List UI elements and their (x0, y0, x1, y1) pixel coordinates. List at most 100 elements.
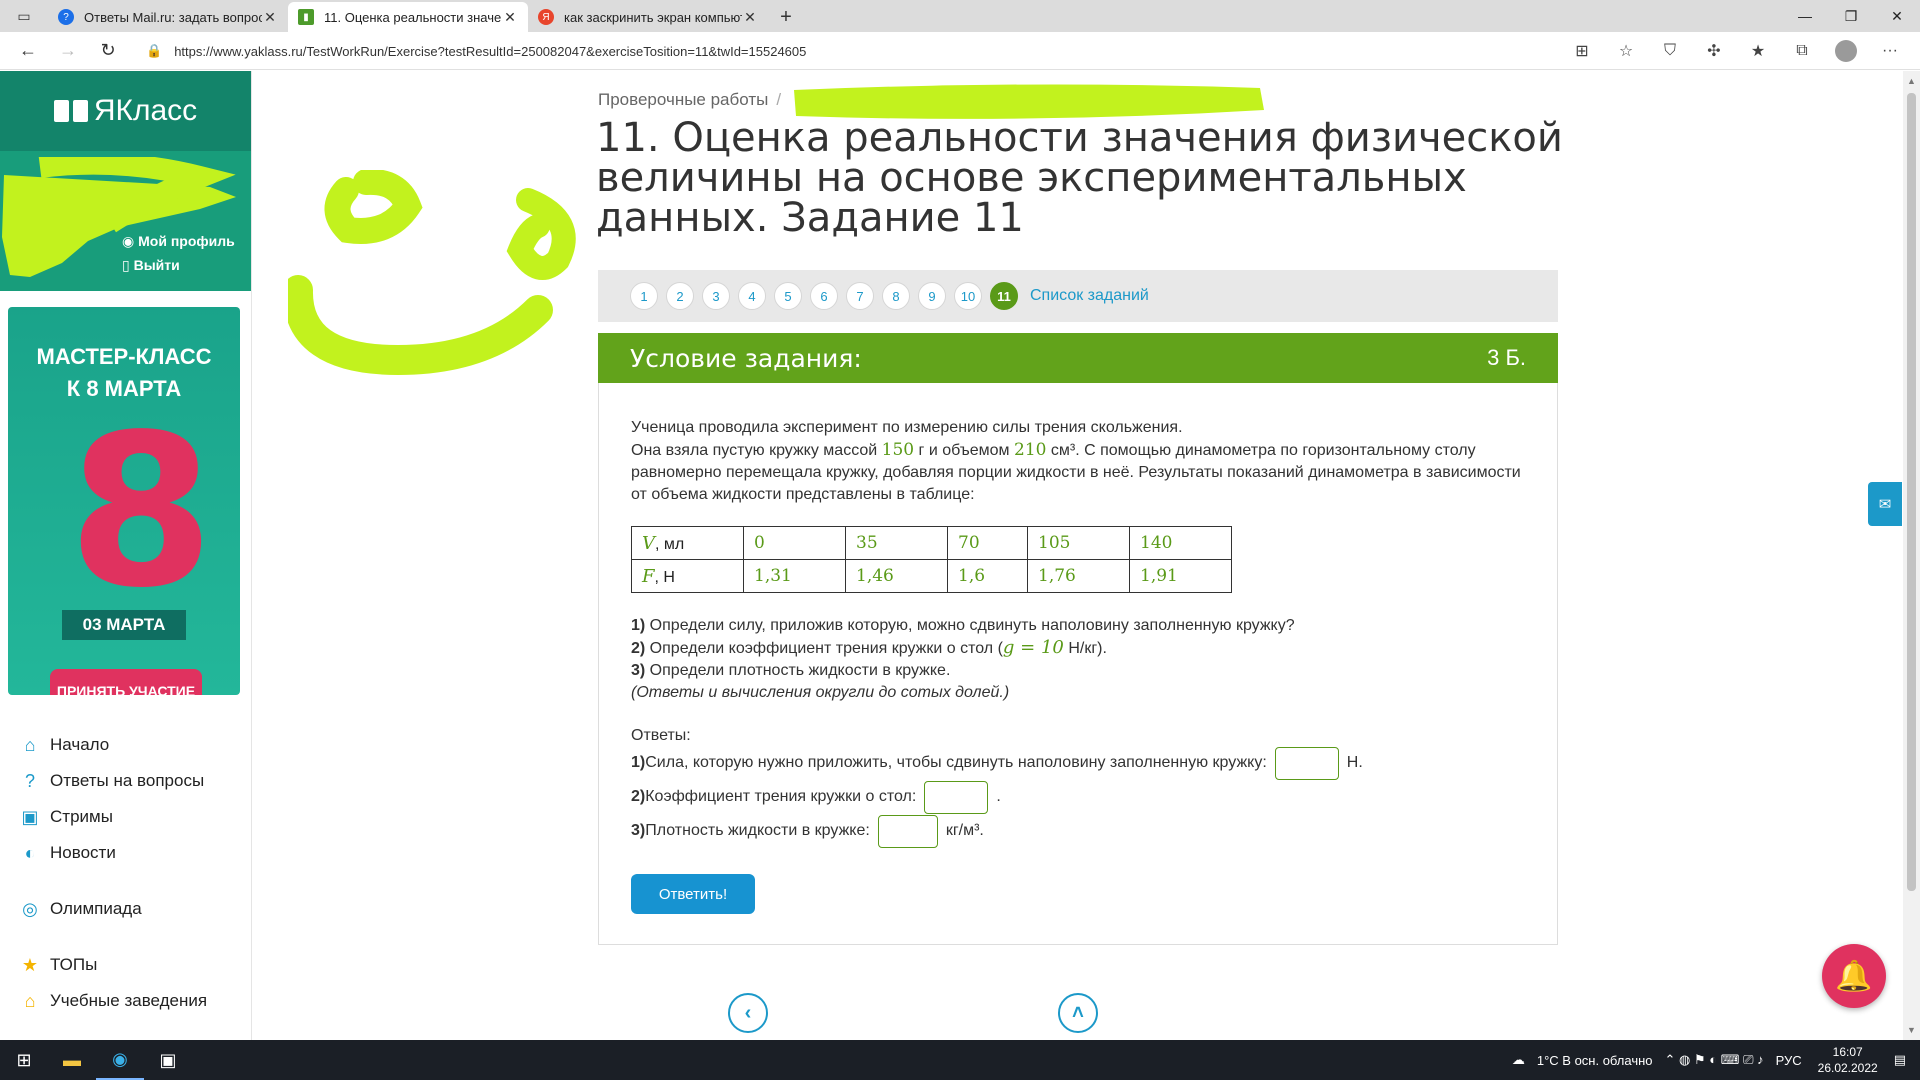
answer-input-force[interactable] (1274, 746, 1339, 780)
tab-close-icon[interactable]: ✕ (502, 9, 518, 26)
breadcrumb-tests-link[interactable]: Проверочные работы (598, 90, 768, 109)
nav-home[interactable]: ⌂ Начало (16, 727, 207, 763)
home-icon: ⌂ (24, 734, 36, 755)
banner-participate-button[interactable]: ПРИНЯТЬ УЧАСТИЕ (50, 669, 202, 695)
answer-row-2: 2) Коэффициент трения кружки о стол: . (631, 780, 1001, 814)
page-button-4[interactable]: 4 (738, 282, 766, 310)
task-pager: 1 2 3 4 5 6 7 8 9 10 11 Список заданий (598, 270, 1558, 322)
url-field[interactable]: 🔒 https://www.yaklass.ru/TestWorkRun/Exe… (146, 37, 1566, 65)
new-tab-button[interactable]: + (768, 2, 804, 32)
page-button-6[interactable]: 6 (810, 282, 838, 310)
favorites-icon[interactable]: ★ (1736, 41, 1780, 61)
page-button-3[interactable]: 3 (702, 282, 730, 310)
prev-task-icon[interactable]: ‹ (728, 993, 768, 1033)
page-scrollbar[interactable]: ▲ ▼ (1903, 71, 1920, 1040)
profile-panel: ◉ Мой профиль ▯ Выйти (0, 151, 251, 291)
nav-news[interactable]: ◐ Новости (16, 835, 207, 871)
back-icon[interactable]: ← (8, 32, 48, 70)
weather-icon[interactable]: ☁ (1512, 1052, 1525, 1068)
collections-icon[interactable]: ⊞ (1560, 41, 1604, 61)
restore-icon[interactable]: ❐ (1828, 0, 1874, 32)
page-button-1[interactable]: 1 (630, 282, 658, 310)
nav-olympiad[interactable]: ◎ Олимпиада (16, 891, 207, 927)
profile-avatar[interactable] (1835, 40, 1857, 62)
table-cell: 105 (1027, 526, 1130, 560)
page-button-2[interactable]: 2 (666, 282, 694, 310)
tray-icons[interactable]: ⌃ ◍ ⚑ ◐ ⌨ ⎚ ♪ (1665, 1052, 1764, 1068)
close-window-icon[interactable]: ✕ (1874, 0, 1920, 32)
page-button-10[interactable]: 10 (954, 282, 982, 310)
tab-title: 11. Оценка реальности значен... (324, 9, 502, 25)
answer-input-density[interactable] (877, 814, 938, 848)
rounding-note: (Ответы и вычисления округли до сотых до… (631, 684, 1010, 701)
video-icon: ▣ (21, 806, 39, 827)
news-icon: ◐ (24, 842, 36, 863)
page-title: 11. Оценка реальности значения физическо… (596, 115, 1563, 241)
tab-title: как заскринить экран компьют... (564, 9, 742, 25)
scroll-top-icon[interactable]: ˄ (1058, 993, 1098, 1033)
condition-title: Условие задания: (630, 343, 862, 373)
lock-icon[interactable]: 🔒 (146, 43, 162, 59)
table-row: V, мл 0 35 70 105 140 (631, 526, 1232, 560)
browser-tab-yandex[interactable]: Я как заскринить экран компьют... ✕ (528, 2, 768, 32)
address-bar: ← → ↻ 🔒 https://www.yaklass.ru/TestWorkR… (0, 32, 1920, 70)
file-explorer-icon[interactable]: ▬ (48, 1040, 96, 1080)
tab-close-icon[interactable]: ✕ (742, 9, 758, 26)
store-icon[interactable]: ▣ (144, 1040, 192, 1080)
browser-tab-yaklass[interactable]: ▮ 11. Оценка реальности значен... ✕ (288, 2, 528, 32)
table-cell: 1,46 (845, 559, 948, 593)
task-list-link[interactable]: Список заданий (1030, 287, 1149, 305)
breadcrumb-separator: / (776, 90, 782, 109)
page-button-current[interactable]: 11 (990, 282, 1018, 310)
table-cell: 140 (1129, 526, 1232, 560)
banner-date: 03 МАРТА (62, 610, 186, 640)
scroll-down-icon[interactable]: ▼ (1903, 1022, 1920, 1038)
table-cell: F, Н (631, 559, 744, 593)
page-button-5[interactable]: 5 (774, 282, 802, 310)
scrollbar-thumb[interactable] (1907, 93, 1916, 891)
nav-streams[interactable]: ▣ Стримы (16, 799, 207, 835)
notification-bell-icon[interactable]: 🔔 (1822, 944, 1886, 1008)
answer-input-friction[interactable] (924, 780, 989, 814)
submit-button[interactable]: Ответить! (631, 874, 755, 914)
highlighter-doodle (288, 170, 576, 376)
page-button-8[interactable]: 8 (882, 282, 910, 310)
nav-answers[interactable]: ? Ответы на вопросы (16, 763, 207, 799)
question-icon: ? (24, 770, 35, 791)
site-sidebar: ЯКласс ◉ Мой профиль ▯ Выйти МАСТЕР-КЛАС… (0, 71, 252, 1040)
question-2: 2) Определи коэффициент трения кружки о … (631, 637, 1107, 658)
promo-banner[interactable]: МАСТЕР-КЛАСС К 8 МАРТА 8 03 МАРТА ПРИНЯТ… (8, 307, 240, 695)
mass-value: 150 (881, 440, 915, 460)
scroll-up-icon[interactable]: ▲ (1903, 73, 1920, 89)
my-profile-link[interactable]: ◉ Мой профиль (122, 229, 235, 253)
favorite-add-icon[interactable]: ☆ (1604, 41, 1648, 61)
logout-icon: ▯ (122, 257, 134, 273)
logout-link[interactable]: ▯ Выйти (122, 253, 235, 277)
medal-icon: ◎ (22, 898, 38, 919)
language-indicator[interactable]: РУС (1776, 1053, 1802, 1068)
nav-schools[interactable]: ⌂ Учебные заведения (16, 983, 208, 1019)
tab-collections-icon[interactable]: ⧉ (1780, 42, 1824, 60)
feedback-mail-icon[interactable]: ✉ (1868, 482, 1902, 526)
notifications-icon[interactable]: ▤ (1894, 1052, 1906, 1068)
more-icon[interactable]: ··· (1868, 42, 1912, 60)
start-icon[interactable]: ⊞ (0, 1040, 48, 1080)
browser-tab-mail[interactable]: ? Ответы Mail.ru: задать вопрос ✕ (48, 2, 288, 32)
clock[interactable]: 16:07 26.02.2022 (1818, 1044, 1878, 1076)
tab-actions-icon[interactable]: ▭ (0, 0, 48, 32)
shield-icon[interactable]: ⛉ (1648, 42, 1692, 60)
nav-tops[interactable]: ★ ТОПы (16, 947, 207, 983)
refresh-icon[interactable]: ↻ (88, 32, 128, 70)
edge-icon[interactable]: ◉ (96, 1040, 144, 1080)
weather-text[interactable]: 1°C В осн. облачно (1537, 1053, 1653, 1068)
extensions-icon[interactable]: ✣ (1692, 41, 1736, 61)
forward-icon[interactable]: → (48, 32, 88, 70)
tab-close-icon[interactable]: ✕ (262, 9, 278, 26)
page-button-7[interactable]: 7 (846, 282, 874, 310)
volume-value: 210 (1014, 440, 1047, 460)
page-button-9[interactable]: 9 (918, 282, 946, 310)
minimize-icon[interactable]: — (1782, 0, 1828, 32)
browser-tab-bar: ▭ ? Ответы Mail.ru: задать вопрос ✕ ▮ 11… (0, 0, 1920, 32)
questions: 1) Определи силу, приложив которую, можн… (631, 615, 1531, 704)
site-logo[interactable]: ЯКласс (0, 71, 251, 151)
